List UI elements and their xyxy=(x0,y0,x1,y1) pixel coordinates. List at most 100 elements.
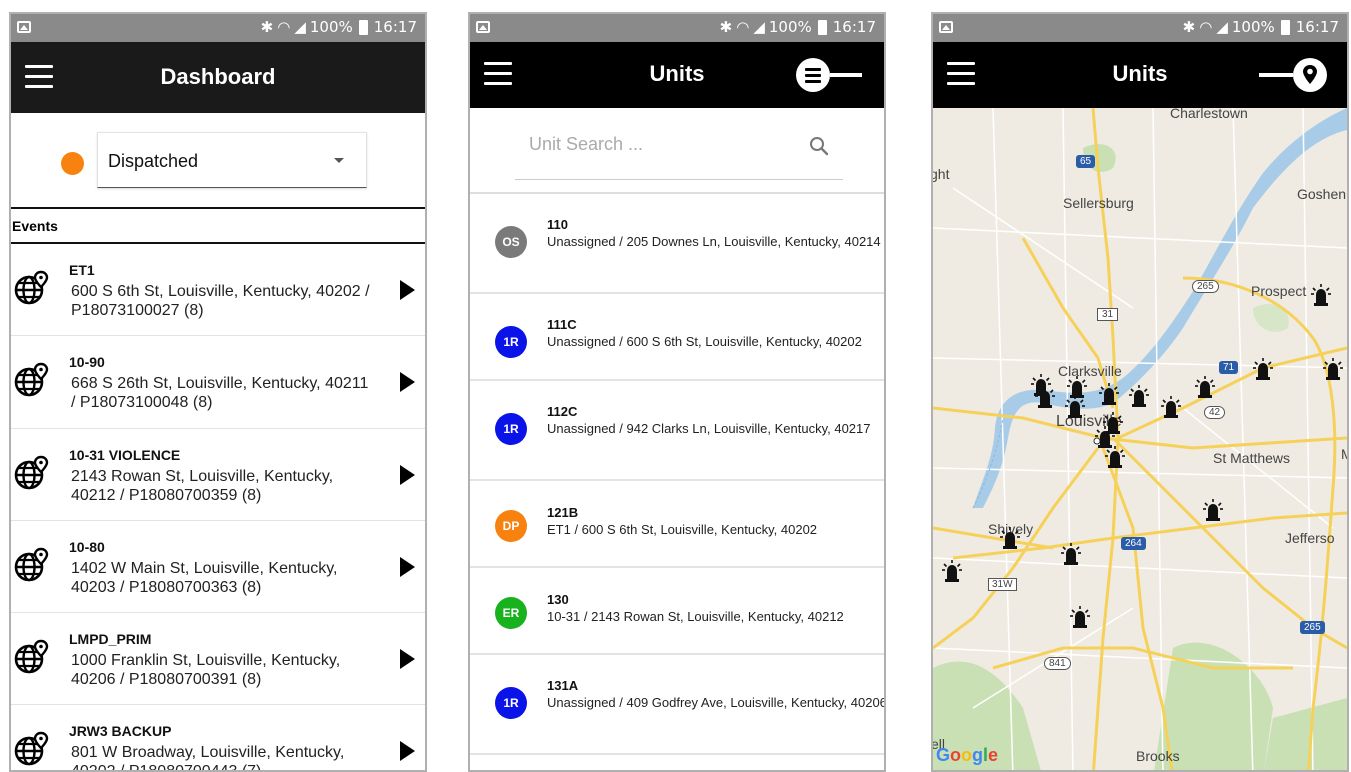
unit-name: 112C xyxy=(547,404,578,419)
event-name: JRW3 BACKUP xyxy=(69,723,172,740)
open-event-arrow-icon[interactable] xyxy=(400,649,415,670)
search-icon[interactable] xyxy=(809,136,829,156)
clock: 16:17 xyxy=(1295,18,1339,36)
google-logo: Google xyxy=(936,745,999,765)
i264-shield-icon: 264 xyxy=(1121,537,1146,550)
unit-siren-marker-icon[interactable] xyxy=(1203,499,1223,521)
event-name: 10-31 VIOLENCE xyxy=(69,446,181,463)
unit-status-badge: ER xyxy=(495,597,527,629)
i65-shield-icon: 65 xyxy=(1076,155,1096,168)
unit-siren-marker-icon[interactable] xyxy=(1070,606,1090,628)
wifi-icon: ◠ xyxy=(736,18,750,36)
globe-pin-icon xyxy=(14,455,49,489)
events-header: Events xyxy=(11,207,425,244)
status-color-dot xyxy=(61,152,84,175)
clock: 16:17 xyxy=(373,18,417,36)
unit-row[interactable]: 1R 111C Unassigned / 600 S 6th St, Louisvi… xyxy=(470,294,884,381)
app-bar: Units xyxy=(470,42,884,108)
unit-siren-marker-icon[interactable] xyxy=(1323,358,1343,380)
unit-row[interactable]: 1R 131A Unassigned / 409 Godfrey Ave, Loui… xyxy=(470,655,884,755)
unit-status-badge: 1R xyxy=(495,687,527,719)
event-name: 10-80 xyxy=(69,538,105,555)
list-map-toggle[interactable] xyxy=(796,57,866,93)
unit-siren-marker-icon[interactable] xyxy=(1061,543,1081,565)
list-map-toggle[interactable] xyxy=(1259,57,1329,93)
unit-siren-marker-icon[interactable] xyxy=(1161,396,1181,418)
map-label-jeffersontown: Jefferso xyxy=(1285,530,1335,546)
unit-siren-marker-icon[interactable] xyxy=(1065,396,1085,418)
event-row[interactable]: LMPD_PRIM 1000 Franklin St, Louisville, K… xyxy=(11,613,425,706)
event-address: 1000 Franklin St, Louisville, Kentucky, … xyxy=(71,652,341,689)
unit-siren-marker-icon[interactable] xyxy=(1311,284,1331,306)
unit-description: Unassigned / 205 Downes Ln, Louisville, … xyxy=(547,234,881,249)
map-label-partial-m: M xyxy=(1341,446,1347,462)
open-event-arrow-icon[interactable] xyxy=(400,280,415,300)
signal-icon: ◢ xyxy=(1216,18,1228,36)
unit-description: Unassigned / 942 Clarks Ln, Louisville, … xyxy=(547,421,871,436)
unit-search-input[interactable] xyxy=(529,134,789,155)
open-event-arrow-icon[interactable] xyxy=(400,741,415,762)
map-canvas xyxy=(933,108,1347,770)
us31-shield-icon: 31 xyxy=(1097,308,1119,321)
i71-shield-icon: 71 xyxy=(1219,361,1239,374)
unit-siren-marker-icon[interactable] xyxy=(1035,386,1055,408)
event-row[interactable]: 10-31 VIOLENCE 2143 Rowan St, Louisville,… xyxy=(11,429,425,521)
unit-siren-marker-icon[interactable] xyxy=(1195,376,1215,398)
search-area xyxy=(470,108,884,194)
route841-shield-icon: 841 xyxy=(1044,657,1071,670)
event-name: 10-90 xyxy=(69,354,105,371)
wifi-icon: ◠ xyxy=(277,18,291,36)
unit-row[interactable]: DP 121B ET1 / 600 S 6th St, Louisville, Ke… xyxy=(470,481,884,568)
globe-pin-icon xyxy=(14,547,49,582)
open-event-arrow-icon[interactable] xyxy=(400,372,415,393)
map-label-charlestown: Charlestown xyxy=(1170,108,1248,121)
status-bar: ✱ ◠ ◢ 100% 16:17 xyxy=(11,14,425,42)
route42-shield-icon: 42 xyxy=(1204,406,1226,419)
status-filter: Dispatched xyxy=(11,132,425,192)
map-view-icon xyxy=(1293,58,1327,92)
open-event-arrow-icon[interactable] xyxy=(400,464,415,485)
event-row[interactable]: ET1 600 S 6th St, Louisville, Kentucky, 4… xyxy=(11,244,425,337)
image-notification-icon xyxy=(476,21,490,33)
battery-percent: 100% xyxy=(1231,18,1275,36)
battery-percent: 100% xyxy=(768,18,812,36)
image-notification-icon xyxy=(939,21,953,33)
unit-name: 121B xyxy=(547,505,579,520)
status-select[interactable]: Dispatched xyxy=(97,132,367,188)
unit-status-badge: DP xyxy=(495,510,527,542)
units-map[interactable]: Charlestown ght Goshen Sellersburg Prosp… xyxy=(933,108,1347,770)
unit-name: 130 xyxy=(547,592,569,607)
unit-description: Unassigned / 600 S 6th St, Louisville, K… xyxy=(547,334,862,349)
unit-description: ET1 / 600 S 6th St, Louisville, Kentucky… xyxy=(547,522,818,537)
unit-siren-marker-icon[interactable] xyxy=(942,560,962,582)
event-row[interactable]: JRW3 BACKUP 801 W Broadway, Louisville, K… xyxy=(11,705,425,770)
event-row[interactable]: 10-80 1402 W Main St, Louisville, Kentuck… xyxy=(11,521,425,614)
route265-shield-icon: 265 xyxy=(1192,280,1219,293)
battery-icon xyxy=(817,19,827,35)
unit-row[interactable]: OS 110 Unassigned / 205 Downes Ln, Louisvi… xyxy=(470,194,884,294)
unit-search-field[interactable] xyxy=(515,108,843,180)
battery-icon xyxy=(1280,19,1290,35)
unit-siren-marker-icon[interactable] xyxy=(1105,446,1125,468)
unit-siren-marker-icon[interactable] xyxy=(1253,358,1273,380)
unit-siren-marker-icon[interactable] xyxy=(1129,385,1149,407)
event-row[interactable]: 10-90 668 S 26th St, Louisville, Kentucky… xyxy=(11,336,425,429)
unit-siren-marker-icon[interactable] xyxy=(1095,426,1115,448)
unit-row[interactable]: ER 130 10-31 / 2143 Rowan St, Louisville, … xyxy=(470,568,884,655)
unit-status-badge: OS xyxy=(495,226,527,258)
event-name: ET1 xyxy=(69,262,95,278)
globe-pin-icon xyxy=(14,732,49,766)
units-map-screen: ✱ ◠ ◢ 100% 16:17 Units Charlestown ht Go… xyxy=(931,12,1349,772)
unit-name: 131A xyxy=(547,678,579,693)
status-select-value: Dispatched xyxy=(108,151,199,171)
status-bar: ✱ ◠ ◢ 100% 16:17 xyxy=(470,14,884,42)
unit-row[interactable]: 1R 112C Unassigned / 942 Clarks Ln, Louisv… xyxy=(470,381,884,481)
unit-siren-marker-icon[interactable] xyxy=(1099,383,1119,405)
i265-shield-icon: 265 xyxy=(1300,621,1325,634)
open-event-arrow-icon[interactable] xyxy=(400,556,415,577)
unit-siren-marker-icon[interactable] xyxy=(1000,527,1020,549)
event-name: LMPD_PRIM xyxy=(69,631,152,648)
unit-siren-marker-icon[interactable] xyxy=(1067,376,1087,398)
map-label-goshen: Goshen xyxy=(1297,186,1347,202)
bluetooth-icon: ✱ xyxy=(719,18,733,36)
